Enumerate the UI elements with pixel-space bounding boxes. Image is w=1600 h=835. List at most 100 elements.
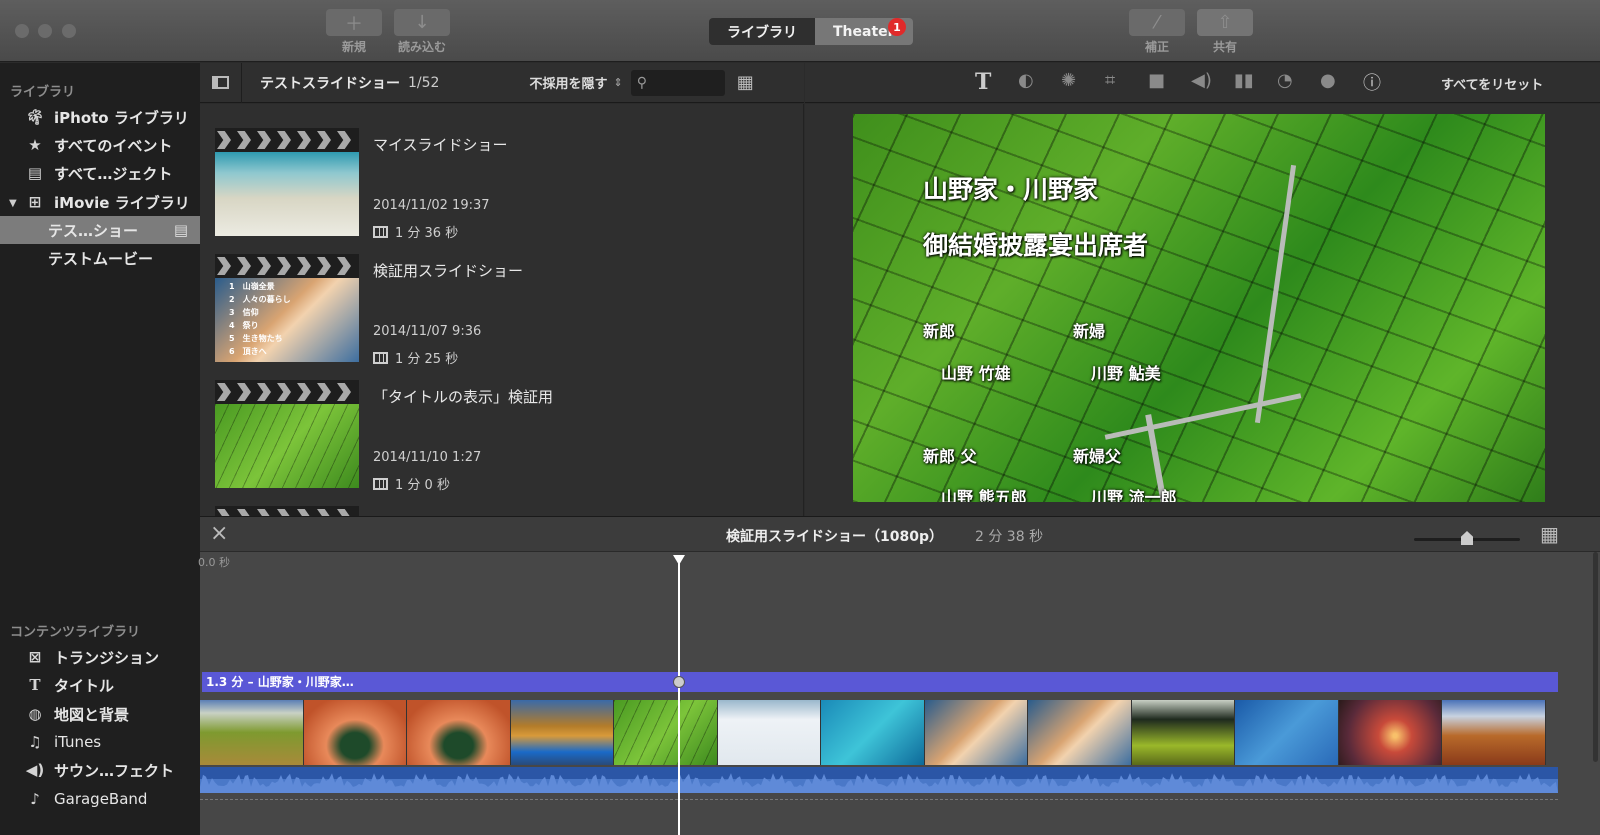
timeline-project-title: 検証用スライドショー（1080p）: [726, 529, 943, 545]
info-icon[interactable]: ⓘ: [1363, 69, 1381, 95]
overlay-groom-name: 山野 竹雄: [941, 364, 1011, 383]
overlay-groom-father-label: 新郎 父: [923, 447, 977, 466]
speed-gauge-icon[interactable]: ◔: [1277, 70, 1293, 91]
enhance-button[interactable]: ⁄ 補正: [1129, 9, 1185, 55]
theater-badge: 1: [888, 18, 906, 36]
sidebar-toggle-icon: [212, 76, 229, 89]
clip-filter-icon[interactable]: ●: [1320, 70, 1336, 91]
new-button[interactable]: ＋ 新規: [326, 9, 382, 55]
overlay-title-line2: 御結婚披露宴出席者: [923, 231, 1149, 260]
filmstrip-view-icon[interactable]: ▦: [737, 72, 754, 93]
sidebar: ライブラリ 🌴︎ iPhoto ライブラリ ★ すべてのイベント ▤ すべて…ジェクト…: [0, 63, 200, 835]
overlay-groom-label: 新郎: [923, 322, 956, 341]
clip-frame[interactable]: [1338, 700, 1442, 765]
magic-wand-icon: ⁄: [1155, 12, 1159, 33]
audio-waveform[interactable]: [200, 767, 1558, 793]
sidebar-item-iphoto[interactable]: 🌴︎ iPhoto ライブラリ: [0, 103, 200, 131]
guitar-icon: ♪: [30, 790, 40, 808]
clip-frame[interactable]: [1028, 700, 1132, 765]
sidebar-item-garageband[interactable]: ♪ GarageBand: [0, 785, 200, 813]
sidebar-item-label: テストムービー: [48, 249, 154, 268]
time-marker: 0.0 秒: [198, 556, 230, 569]
arrow-down-icon: ↓: [414, 12, 430, 33]
title-clip[interactable]: 1.3 分 – 山野家・川野家…: [202, 672, 1558, 692]
clip-frame[interactable]: [924, 700, 1028, 765]
project-item[interactable]: マイスライドショー 2014/11/02 19:37 1 分 36 秒: [215, 128, 775, 241]
clip-frame[interactable]: [717, 700, 821, 765]
project-title: マイスライドショー: [373, 136, 508, 154]
timeline-duration: 2 分 38 秒: [975, 529, 1044, 545]
volume-icon[interactable]: ◀): [1191, 70, 1212, 91]
overlay-title-line1: 山野家・川野家: [923, 175, 1099, 204]
clapper-icon: ▤: [173, 221, 188, 239]
project-item[interactable]: 1 山嶺全景 2 人々の暮らし 3 信仰 4 祭り 5 生き物たち 6 頂きへ …: [215, 254, 775, 367]
music-note-icon: ♫: [28, 733, 42, 751]
project-duration: 1 分 36 秒: [373, 222, 458, 241]
timeline-header: × 検証用スライドショー（1080p） 2 分 38 秒 ▦: [200, 516, 1600, 552]
import-button[interactable]: ↓ 読み込む: [394, 9, 450, 55]
clip-frame[interactable]: [407, 700, 511, 765]
tab-library[interactable]: ライブラリ: [709, 18, 815, 45]
sidebar-item-all-events[interactable]: ★ すべてのイベント: [0, 131, 200, 159]
clip-frame[interactable]: [510, 700, 614, 765]
video-preview[interactable]: 山野家・川野家 御結婚披露宴出席者 新郎 山野 竹雄 新婦 川野 鮎美 新郎 父…: [853, 114, 1545, 502]
filmstrip-settings-icon[interactable]: ▦: [1540, 522, 1559, 546]
sidebar-item-itunes[interactable]: ♫ iTunes: [0, 728, 200, 756]
clip-frame[interactable]: [1131, 700, 1235, 765]
stabilization-camera-icon[interactable]: ■: [1148, 70, 1165, 91]
minimize-window-button[interactable]: [38, 24, 52, 38]
clip-frame[interactable]: [1442, 700, 1546, 765]
toggle-sidebar-button[interactable]: [200, 62, 242, 103]
timeline[interactable]: 0.0 秒 1.3 分 – 山野家・川野家…: [198, 552, 1600, 835]
sidebar-item-label: サウン…フェクト: [54, 761, 175, 780]
search-input[interactable]: ⚲: [630, 69, 725, 96]
color-balance-icon[interactable]: ◐: [1018, 70, 1034, 91]
sidebar-item-titles[interactable]: T タイトル: [0, 671, 200, 699]
project-item[interactable]: 「タイトルの表示」検証用 2014/11/10 1:27 1 分 0 秒: [215, 380, 775, 493]
sidebar-item-test-movie[interactable]: テストムービー: [0, 244, 200, 272]
clip-frame[interactable]: [614, 700, 718, 765]
sidebar-item-maps-backgrounds[interactable]: ◍ 地図と背景: [0, 700, 200, 728]
browser-count: 1/52: [408, 74, 440, 91]
project-thumbnail: [215, 380, 359, 488]
overlay-bride-label: 新婦: [1073, 322, 1106, 341]
close-timeline-button[interactable]: ×: [210, 521, 228, 546]
clip-frame[interactable]: [1235, 700, 1339, 765]
thumb-list-line: 2 人々の暮らし: [229, 295, 291, 304]
sidebar-item-sound-effects[interactable]: ◀) サウン…フェクト: [0, 756, 200, 784]
sidebar-item-test-slideshow[interactable]: テス…ショー ▤: [0, 216, 200, 244]
equalizer-icon[interactable]: ▮▮: [1234, 70, 1254, 91]
sidebar-item-label: 地図と背景: [54, 705, 130, 724]
sidebar-item-label: iTunes: [54, 733, 102, 751]
zoom-window-button[interactable]: [62, 24, 76, 38]
sidebar-item-all-projects[interactable]: ▤ すべて…ジェクト: [0, 159, 200, 187]
title-t-icon[interactable]: T: [975, 69, 991, 95]
speaker-icon: ◀): [25, 761, 45, 779]
sidebar-item-imovie-library[interactable]: ⊞ iMovie ライブラリ: [0, 188, 200, 216]
sidebar-item-label: テス…ショー: [48, 221, 139, 240]
waveform-graphic: [200, 773, 1558, 793]
timeline-scrollbar[interactable]: [1593, 552, 1598, 762]
sidebar-item-transitions[interactable]: ⊠ トランジション: [0, 643, 200, 671]
playhead-knob[interactable]: [673, 676, 685, 688]
share-button[interactable]: ⇧ 共有: [1197, 9, 1253, 55]
thumb-list-line: 1 山嶺全景: [229, 282, 275, 291]
playhead-handle[interactable]: [673, 555, 685, 565]
clip-frame[interactable]: [821, 700, 925, 765]
clip-frame[interactable]: [200, 700, 304, 765]
palette-icon[interactable]: ✺: [1061, 70, 1076, 91]
palm-tree-icon: 🌴︎: [25, 108, 45, 126]
hide-rejected-select[interactable]: 不採用を隠す: [529, 73, 607, 92]
video-clip-strip[interactable]: [200, 700, 1558, 765]
playhead[interactable]: [678, 560, 680, 835]
project-browser: マイスライドショー 2014/11/02 19:37 1 分 36 秒 1 山嶺…: [200, 104, 804, 526]
close-window-button[interactable]: [15, 24, 29, 38]
browser-title: テストスライドショー: [260, 75, 400, 92]
zoom-slider-knob[interactable]: [1461, 531, 1473, 545]
clip-frame[interactable]: [303, 700, 407, 765]
film-icon: [373, 351, 388, 364]
film-icon: [373, 225, 388, 238]
project-date: 2014/11/07 9:36: [373, 324, 482, 339]
reset-all-button[interactable]: すべてをリセット: [1441, 74, 1543, 93]
crop-icon[interactable]: ⌗: [1105, 70, 1115, 91]
